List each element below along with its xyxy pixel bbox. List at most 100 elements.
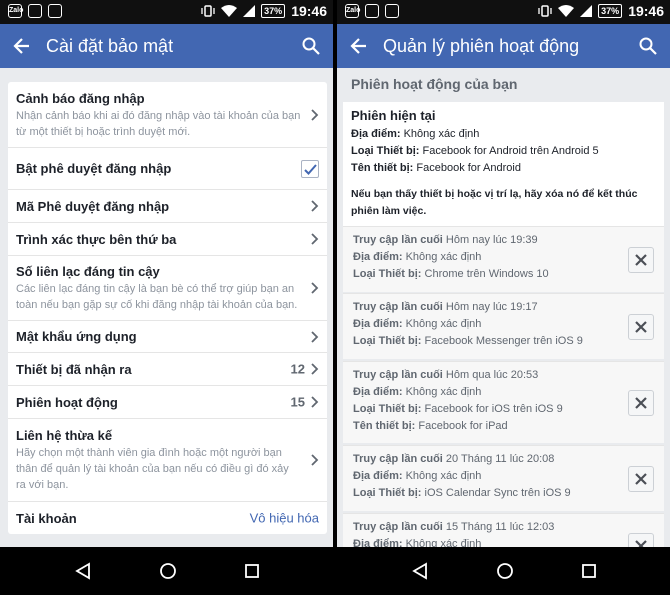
mail-notification-icon — [385, 4, 399, 18]
home-circle-icon[interactable] — [159, 562, 177, 580]
remove-session-button[interactable] — [628, 465, 654, 492]
row-description: Hãy chọn một thành viên gia đình hoặc mộ… — [16, 447, 289, 491]
chevron-right-icon — [311, 108, 319, 121]
device-type: Loại Thiết bị: Facebook for iOS trên iOS… — [353, 403, 563, 415]
close-icon — [635, 253, 647, 266]
search-button[interactable] — [626, 24, 670, 68]
arrow-left-icon — [13, 38, 29, 54]
search-button[interactable] — [289, 24, 333, 68]
clock: 19:46 — [628, 3, 664, 19]
system-nav-bar — [0, 547, 333, 595]
wifi-icon — [221, 5, 238, 17]
location: Địa điểm: Không xác định — [353, 251, 482, 263]
third-party-authenticator-row[interactable]: Trình xác thực bên thứ ba — [8, 223, 327, 256]
arrow-left-icon — [350, 38, 366, 54]
manage-sessions-screen: Zalo 37% 19:46 Quản lý phiên hoạt động P… — [337, 0, 670, 595]
chevron-right-icon — [311, 363, 319, 375]
recents-square-icon[interactable] — [581, 563, 597, 579]
trusted-contacts-row[interactable]: Số liên lạc đáng tin cậy Các liên lạc đá… — [8, 256, 327, 321]
system-nav-bar — [337, 547, 670, 595]
page-title: Cài đặt bảo mật — [46, 35, 174, 56]
account-row: Tài khoản Vô hiệu hóa — [8, 502, 327, 534]
search-icon — [302, 37, 320, 55]
row-label: Bật phê duyệt đăng nhập — [16, 161, 172, 176]
login-alerts-row[interactable]: Cảnh báo đăng nhập Nhận cảnh báo khi ai … — [8, 82, 327, 148]
session-item: Truy cập lần cuối Hôm nay lúc 19:39 Địa … — [343, 226, 664, 292]
location: Địa điểm: Không xác định — [353, 318, 482, 330]
login-approvals-row[interactable]: Bật phê duyệt đăng nhập — [8, 148, 327, 190]
approval-codes-row[interactable]: Mã Phê duyệt đăng nhập — [8, 190, 327, 223]
security-settings-list: Cảnh báo đăng nhập Nhận cảnh báo khi ai … — [8, 82, 327, 534]
search-icon — [639, 37, 657, 55]
last-access: Truy cập lần cuối Hôm nay lúc 19:39 — [353, 234, 538, 246]
row-label: Cảnh báo đăng nhập — [16, 91, 145, 106]
remove-session-button[interactable] — [628, 246, 654, 273]
row-description: Các liên lạc đáng tin cậy là bạn bè có t… — [16, 283, 298, 311]
session-item: Truy cập lần cuối Hôm qua lúc 20:53 Địa … — [343, 361, 664, 443]
chevron-right-icon — [311, 200, 319, 212]
chevron-right-icon — [311, 282, 319, 294]
wifi-icon — [558, 5, 575, 17]
current-location: Địa điểm: Không xác định — [351, 128, 480, 140]
signal-icon — [243, 5, 256, 17]
session-item: Truy cập lần cuối 20 Tháng 11 lúc 20:08 … — [343, 445, 664, 511]
chevron-right-icon — [311, 330, 319, 343]
legacy-contact-row[interactable]: Liên hệ thừa kế Hãy chọn một thành viên … — [8, 419, 327, 502]
signal-icon — [580, 5, 593, 17]
location: Địa điểm: Không xác định — [353, 470, 482, 482]
row-label: Thiết bị đã nhận ra — [16, 361, 132, 377]
recognized-devices-count: 12 — [290, 361, 305, 377]
chevron-right-icon — [311, 233, 319, 245]
clock: 19:46 — [291, 3, 327, 19]
remove-session-button[interactable] — [628, 313, 654, 340]
last-access: Truy cập lần cuối Hôm nay lúc 19:17 — [353, 301, 538, 313]
session-item: Truy cập lần cuối Hôm nay lúc 19:17 Địa … — [343, 293, 664, 359]
image-notification-icon — [365, 4, 379, 18]
zalo-notification-icon: Zalo — [345, 4, 360, 18]
vibrate-icon — [538, 5, 552, 17]
vibrate-icon — [201, 5, 215, 17]
unfamiliar-device-notice: Nếu bạn thấy thiết bị hoặc vị trí lạ, hã… — [343, 180, 664, 226]
app-bar: Cài đặt bảo mật — [0, 24, 333, 68]
back-triangle-icon[interactable] — [74, 562, 92, 580]
row-label: Tài khoản — [16, 510, 77, 526]
current-session-card: Phiên hiện tại Địa điểm: Không xác định … — [343, 102, 664, 183]
zalo-notification-icon: Zalo — [8, 4, 23, 18]
location: Địa điểm: Không xác định — [353, 386, 482, 398]
chevron-right-icon — [311, 454, 319, 466]
battery-indicator: 37% — [261, 4, 286, 18]
section-title: Phiên hoạt động của bạn — [351, 76, 518, 92]
current-session-title: Phiên hiện tại — [351, 108, 436, 123]
device-type: Loại Thiết bị: Chrome trên Windows 10 — [353, 268, 549, 280]
security-settings-screen: Zalo 37% 19:46 Cài đặt bảo mật Cảnh báo … — [0, 0, 333, 595]
app-passwords-row[interactable]: Mật khẩu ứng dụng — [8, 321, 327, 353]
active-sessions-count: 15 — [290, 394, 305, 410]
row-label: Liên hệ thừa kế — [16, 428, 113, 443]
app-bar: Quản lý phiên hoạt động — [337, 24, 670, 68]
close-icon — [635, 472, 647, 485]
row-label: Số liên lạc đáng tin cậy — [16, 264, 160, 279]
recognized-devices-row[interactable]: Thiết bị đã nhận ra 12 — [8, 353, 327, 386]
status-bar: Zalo 37% 19:46 — [0, 0, 333, 24]
status-bar: Zalo 37% 19:46 — [337, 0, 670, 24]
close-icon — [635, 320, 647, 333]
row-label: Mật khẩu ứng dụng — [16, 329, 137, 344]
chevron-right-icon — [311, 396, 319, 408]
home-circle-icon[interactable] — [496, 562, 514, 580]
recents-square-icon[interactable] — [244, 563, 260, 579]
remove-session-button[interactable] — [628, 389, 654, 416]
row-label: Mã Phê duyệt đăng nhập — [16, 198, 170, 214]
device-type: Loại Thiết bị: iOS Calendar Sync trên iO… — [353, 487, 571, 499]
current-device-type: Loại Thiết bị: Facebook for Android trên… — [351, 145, 599, 157]
active-sessions-row[interactable]: Phiên hoạt động 15 — [8, 386, 327, 419]
back-triangle-icon[interactable] — [411, 562, 429, 580]
back-button[interactable] — [0, 24, 44, 68]
mail-notification-icon — [48, 4, 62, 18]
device-type: Loại Thiết bị: Facebook Messenger trên i… — [353, 335, 583, 347]
deactivate-account-link[interactable]: Vô hiệu hóa — [250, 511, 319, 526]
device-name: Tên thiết bị: Facebook for iPad — [353, 420, 508, 432]
last-access: Truy cập lần cuối 15 Tháng 11 lúc 12:03 — [353, 521, 555, 533]
back-button[interactable] — [337, 24, 381, 68]
last-access: Truy cập lần cuối 20 Tháng 11 lúc 20:08 — [353, 453, 555, 465]
login-approvals-checkbox[interactable] — [301, 159, 319, 178]
